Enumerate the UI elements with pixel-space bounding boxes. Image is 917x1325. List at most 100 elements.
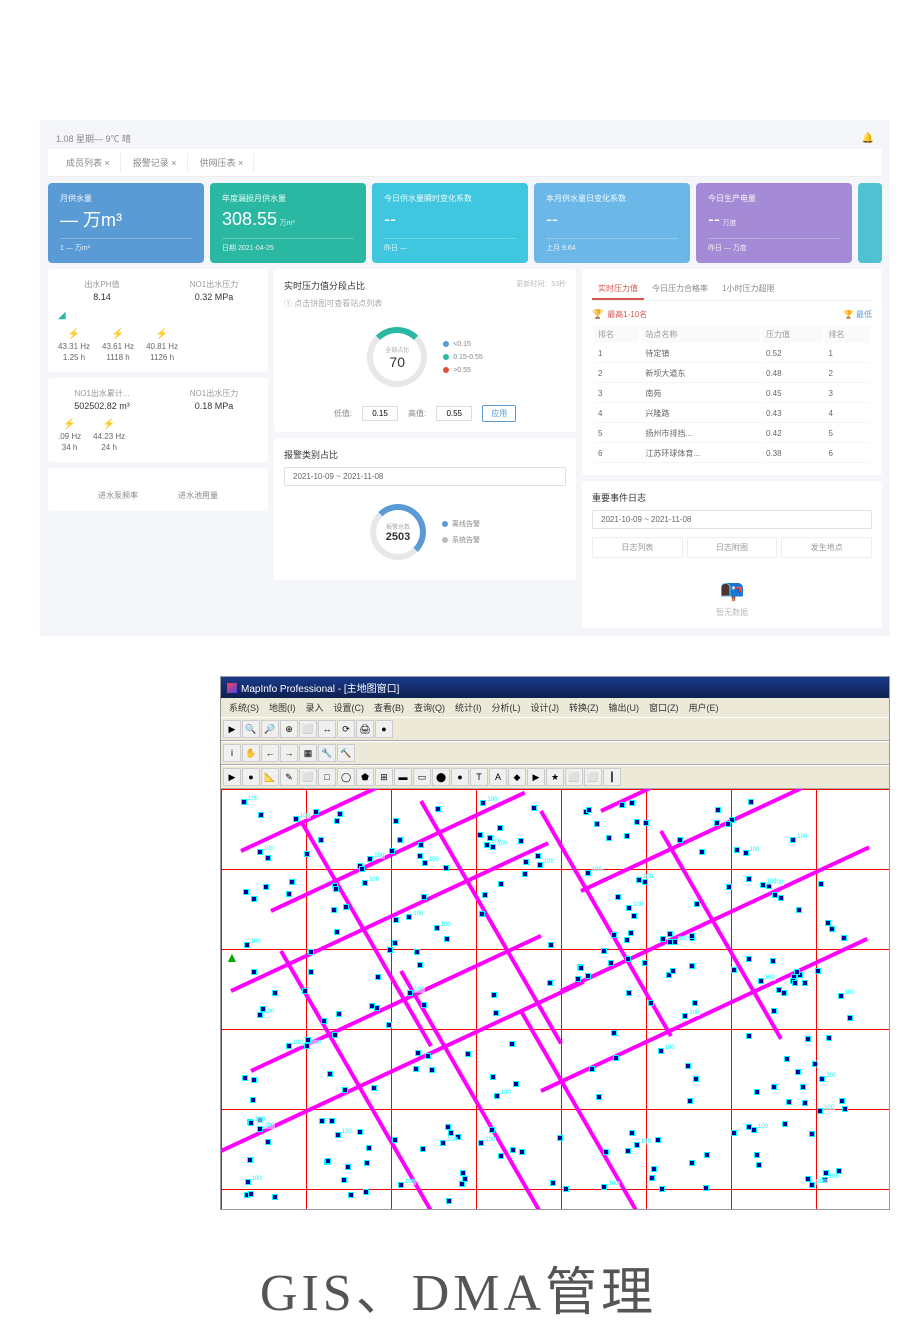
toolbar-button[interactable]: ⬤	[432, 768, 450, 786]
high-value-input[interactable]	[436, 406, 472, 421]
menu-item[interactable]: 窗口(Z)	[645, 700, 683, 715]
bolt-icon: ⚡	[102, 329, 134, 340]
toolbar-button[interactable]: ⬜	[584, 768, 602, 786]
tab-1h-overlimit[interactable]: 1小时压力超限	[716, 279, 780, 300]
toolbar-button[interactable]: ▶	[223, 720, 241, 738]
mapinfo-app: MapInfo Professional - [主地图窗口] 系统(S)地图(I…	[220, 676, 890, 1210]
menu-item[interactable]: 输出(U)	[605, 700, 644, 715]
dot-icon	[443, 341, 449, 347]
toolbar-button[interactable]: ◆	[508, 768, 526, 786]
event-tab-location[interactable]: 发生地点	[781, 537, 872, 558]
table-row[interactable]: 5扬州市排挡...0.425	[594, 425, 870, 443]
toolbar-button[interactable]: 🔎	[261, 720, 279, 738]
toolbar-button[interactable]: ★	[546, 768, 564, 786]
card-year-leak[interactable]: 年度漏损月供水量 308.55 万m³ 日期 2021-04-25	[210, 183, 366, 263]
table-row[interactable]: 3南苑0.453	[594, 385, 870, 403]
card-next-peek[interactable]	[858, 183, 882, 263]
menu-item[interactable]: 转换(Z)	[565, 700, 603, 715]
stat-value: 8.14	[58, 292, 146, 302]
bell-icon[interactable]: 🔔	[862, 133, 874, 144]
tab-today-rate[interactable]: 今日压力合格率	[646, 279, 714, 300]
toolbar-button[interactable]: 📐	[261, 768, 279, 786]
card-today-coef[interactable]: 今日供水量瞬时变化系数 -- 昨日 —	[372, 183, 528, 263]
toolbar-button[interactable]: ⬟	[356, 768, 374, 786]
toolbar-button[interactable]: ●	[242, 768, 260, 786]
toolbar-button[interactable]: ✋	[242, 744, 260, 762]
toolbar-button[interactable]: ▶	[223, 768, 241, 786]
toolbar-button[interactable]: ▶	[527, 768, 545, 786]
toolbar-button[interactable]: ←	[261, 744, 279, 762]
menu-item[interactable]: 统计(I)	[451, 700, 486, 715]
toolbar-button[interactable]: ▭	[413, 768, 431, 786]
summary-cards: 月供水量 — 万m³ 1 — 万m³ 年度漏损月供水量 308.55 万m³ 日…	[48, 183, 882, 263]
bolt-icon: ⚡	[93, 419, 125, 430]
bolt-icon: ⚡	[58, 419, 81, 430]
toolbar-button[interactable]: ▬	[394, 768, 412, 786]
toolbar-button[interactable]: ⊞	[375, 768, 393, 786]
date-range-picker[interactable]: 2021-10-09 ~ 2021-11-08	[592, 510, 872, 529]
panel-event-log: 重要事件日志 2021-10-09 ~ 2021-11-08 日志列表 日志附图…	[582, 481, 882, 628]
toolbar-button[interactable]: ●	[375, 720, 393, 738]
tab-pressure-net[interactable]: 供网压表 ×	[190, 153, 255, 172]
toolbar-button[interactable]: ⬜	[565, 768, 583, 786]
stat-value: 0.32 MPa	[170, 292, 258, 302]
window-titlebar: MapInfo Professional - [主地图窗口]	[221, 677, 889, 698]
toolbar-button[interactable]: 🔍	[242, 720, 260, 738]
low-value-input[interactable]	[362, 406, 398, 421]
panel-alarm-category: 报警类别占比 2021-10-09 ~ 2021-11-08 报警总数 2503…	[274, 438, 576, 580]
menu-item[interactable]: 用户(E)	[685, 700, 723, 715]
toolbar-button[interactable]: ●	[451, 768, 469, 786]
map-canvas[interactable]: ▲ 10010010010010010010010010010010010010…	[221, 789, 889, 1209]
dashboard-tabs: 成员列表 × 报警记录 × 供网压表 ×	[48, 149, 882, 177]
toolbar-button[interactable]: ✎	[280, 768, 298, 786]
weather-time: 1.08 星期— 9℃ 晴	[56, 132, 131, 145]
bolt-icon: ⚡	[58, 329, 90, 340]
toolbar-button[interactable]: □	[318, 768, 336, 786]
card-today-power[interactable]: 今日生产电量 -- 万度 昨日 — 万度	[696, 183, 852, 263]
toolbar-button[interactable]: T	[470, 768, 488, 786]
toolbar-button[interactable]: 🔧	[318, 744, 336, 762]
card-month-coef[interactable]: 本月供水量日变化系数 -- 上月 9.64	[534, 183, 690, 263]
toolbar-button[interactable]: ⬜	[299, 720, 317, 738]
toolbar-button[interactable]: i	[223, 744, 241, 762]
table-row[interactable]: 4兴隆路0.434	[594, 405, 870, 423]
toolbar-button[interactable]: ◯	[337, 768, 355, 786]
toolbar-button[interactable]: ⟳	[337, 720, 355, 738]
table-row[interactable]: 6江苏环球体育...0.386	[594, 445, 870, 463]
pressure-donut[interactable]: 全部占比 70	[367, 327, 427, 387]
page-title: GIS、DMA管理	[0, 1250, 917, 1325]
toolbar-button[interactable]: ↔	[318, 720, 336, 738]
toolbar-button[interactable]: ┃	[603, 768, 621, 786]
apply-button[interactable]: 应用	[482, 405, 516, 422]
menu-item[interactable]: 录入	[302, 700, 328, 715]
menu-item[interactable]: 系统(S)	[225, 700, 263, 715]
table-row[interactable]: 2新坝大道东0.482	[594, 365, 870, 383]
toolbar-button[interactable]: 🔨	[337, 744, 355, 762]
empty-icon: 📭	[592, 578, 872, 603]
tab-alarms[interactable]: 报警记录 ×	[123, 153, 188, 172]
toolbar-button[interactable]: 🖨	[356, 720, 374, 738]
menu-item[interactable]: 设计(J)	[527, 700, 564, 715]
toolbar-button[interactable]: ⬜	[299, 768, 317, 786]
menu-item[interactable]: 分析(L)	[488, 700, 525, 715]
menu-item[interactable]: 地图(I)	[265, 700, 300, 715]
menu-item[interactable]: 查询(Q)	[410, 700, 449, 715]
event-tab-list[interactable]: 日志列表	[592, 537, 683, 558]
toolbar-button[interactable]: A	[489, 768, 507, 786]
event-tab-image[interactable]: 日志附图	[687, 537, 778, 558]
alarm-donut[interactable]: 报警总数 2503	[370, 504, 426, 560]
card-month-supply[interactable]: 月供水量 — 万m³ 1 — 万m³	[48, 183, 204, 263]
tab-realtime-pressure[interactable]: 实时压力值	[592, 279, 644, 300]
app-icon	[227, 683, 237, 693]
toolbar-button[interactable]: ▦	[299, 744, 317, 762]
date-range-picker[interactable]: 2021-10-09 ~ 2021-11-08	[284, 467, 566, 486]
menu-item[interactable]: 设置(C)	[330, 700, 369, 715]
tab-members[interactable]: 成员列表 ×	[56, 153, 121, 172]
panel-cumulative: NO1出水累计... 502502.82 m³ NO1出水压力 0.18 MPa…	[48, 378, 268, 462]
table-row[interactable]: 1待定镇0.521	[594, 345, 870, 363]
menu-item[interactable]: 查看(B)	[370, 700, 408, 715]
dot-icon	[442, 521, 448, 527]
toolbar-button[interactable]: ⊕	[280, 720, 298, 738]
toolbar-button[interactable]: →	[280, 744, 298, 762]
toolbar-tools: i✋←→▦🔧🔨	[221, 741, 889, 765]
